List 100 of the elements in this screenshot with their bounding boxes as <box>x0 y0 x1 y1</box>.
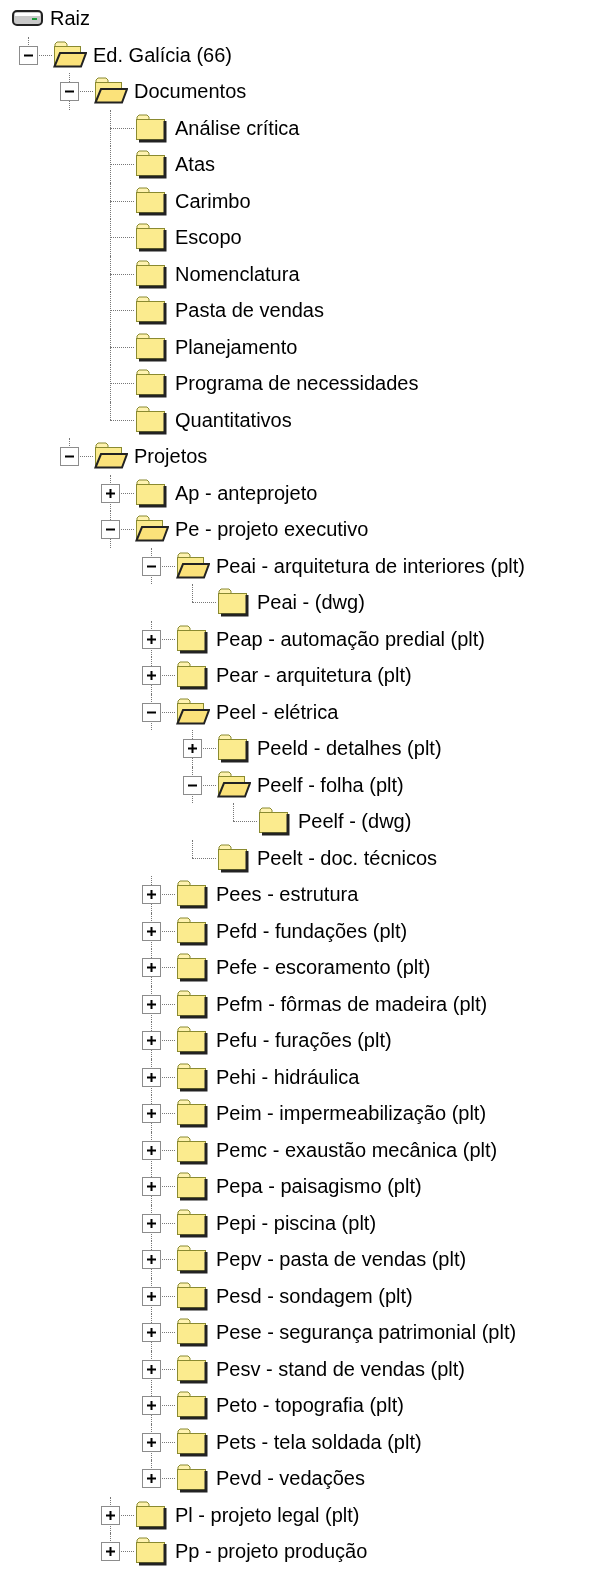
open-folder-icon <box>94 76 128 107</box>
folder-icon <box>176 1098 210 1129</box>
tree-item-label[interactable]: Pepv - pasta de vendas (plt) <box>213 1247 470 1272</box>
tree-item-label[interactable]: Pe - projeto executivo <box>172 517 372 542</box>
folder-icon <box>176 915 210 946</box>
folder-icon <box>176 1390 210 1421</box>
folder-icon <box>176 1061 210 1092</box>
expand-icon[interactable] <box>142 1286 161 1306</box>
tree-item-label[interactable]: Pefd - fundações (plt) <box>213 918 411 943</box>
tree-item-label[interactable]: Pemc - exaustão mecânica (plt) <box>213 1137 501 1162</box>
tree-item-label[interactable]: Pese - segurança patrimonial (plt) <box>213 1320 520 1345</box>
expand-icon[interactable] <box>142 885 161 904</box>
open-folder-icon <box>53 39 87 70</box>
open-folder-icon <box>94 441 128 472</box>
folder-icon <box>135 477 169 508</box>
expand-icon[interactable] <box>142 1140 161 1160</box>
tree-item-label[interactable]: Pets - tela soldada (plt) <box>213 1429 425 1454</box>
tree-item-label[interactable]: Peelt - doc. técnicos <box>254 845 441 870</box>
tree-item-label[interactable]: Carimbo <box>172 188 254 213</box>
folder-icon <box>176 952 210 983</box>
expand-icon[interactable] <box>101 1505 120 1525</box>
tree-item-label[interactable]: Programa de necessidades <box>172 371 422 396</box>
expand-icon[interactable] <box>142 1067 161 1087</box>
tree-item-label[interactable]: Peel - elétrica <box>213 699 342 724</box>
tree-item-label[interactable]: Peeld - detalhes (plt) <box>254 736 445 761</box>
expand-icon[interactable] <box>142 1432 161 1452</box>
folder-icon <box>135 404 169 435</box>
expand-icon[interactable] <box>142 666 161 685</box>
open-folder-icon <box>217 769 251 800</box>
folder-icon <box>176 1134 210 1165</box>
folder-icon <box>135 149 169 180</box>
expand-icon[interactable] <box>142 629 161 649</box>
collapse-icon[interactable] <box>142 702 161 722</box>
expand-icon[interactable] <box>142 1031 161 1050</box>
tree-item-label[interactable]: Pees - estrutura <box>213 882 362 907</box>
tree-item-label[interactable]: Escopo <box>172 225 245 250</box>
tree-item-label[interactable]: Análise crítica <box>172 115 303 140</box>
folder-icon <box>135 295 169 326</box>
folder-icon <box>217 842 251 873</box>
tree-item-label[interactable]: Planejamento <box>172 334 301 359</box>
tree-item-label[interactable]: Pl - projeto legal (plt) <box>172 1502 363 1527</box>
tree-item-label[interactable]: Nomenclatura <box>172 261 303 286</box>
tree-item-label[interactable]: Quantitativos <box>172 407 295 432</box>
expand-icon[interactable] <box>142 958 161 977</box>
tree-item-label[interactable]: Peim - impermeabilização (plt) <box>213 1101 490 1126</box>
tree-item-label[interactable]: Pefe - escoramento (plt) <box>213 955 434 980</box>
tree-item-label[interactable]: Pepa - paisagismo (plt) <box>213 1174 425 1199</box>
expand-icon[interactable] <box>183 739 202 758</box>
tree-item-label[interactable]: Pehi - hidráulica <box>213 1064 363 1089</box>
expand-icon[interactable] <box>142 1396 161 1415</box>
folder-icon <box>176 1025 210 1056</box>
collapse-icon[interactable] <box>183 775 202 795</box>
tree-item-label[interactable]: Pear - arquitetura (plt) <box>213 663 415 688</box>
expand-icon[interactable] <box>142 1323 161 1342</box>
tree-item-label[interactable]: Atas <box>172 152 219 177</box>
folder-icon <box>135 368 169 399</box>
tree-item-label[interactable]: Pasta de vendas <box>172 298 327 323</box>
tree-item-label[interactable]: Peap - automação predial (plt) <box>213 626 489 651</box>
folder-icon <box>176 623 210 654</box>
expand-icon[interactable] <box>142 1250 161 1269</box>
expand-icon[interactable] <box>101 483 120 503</box>
folder-icon <box>258 806 292 837</box>
tree-item-label[interactable]: Pesv - stand de vendas (plt) <box>213 1356 468 1381</box>
tree-item-label[interactable]: Pp - projeto produção <box>172 1539 371 1564</box>
tree-item-label[interactable]: Ap - anteprojeto <box>172 480 321 505</box>
expand-icon[interactable] <box>142 1177 161 1196</box>
collapse-icon[interactable] <box>101 520 120 539</box>
collapse-icon[interactable] <box>142 556 161 576</box>
folder-icon <box>176 1244 210 1275</box>
tree-item-label[interactable]: Pevd - vedações <box>213 1466 368 1491</box>
tree-item-label[interactable]: Peelf - (dwg) <box>295 809 415 834</box>
folder-icon <box>176 1280 210 1311</box>
expand-icon[interactable] <box>101 1542 120 1561</box>
expand-icon[interactable] <box>142 994 161 1014</box>
collapse-icon[interactable] <box>60 82 79 101</box>
folder-icon <box>135 331 169 362</box>
tree-item-label[interactable]: Documentos <box>131 79 250 104</box>
expand-icon[interactable] <box>142 1104 161 1123</box>
tree-item-label[interactable]: Pepi - piscina (plt) <box>213 1210 380 1235</box>
folder-icon <box>176 1426 210 1457</box>
expand-icon[interactable] <box>142 921 161 941</box>
tree-item-label[interactable]: Projetos <box>131 444 211 469</box>
folder-icon <box>135 222 169 253</box>
tree-item-label[interactable]: Pefu - furações (plt) <box>213 1028 395 1053</box>
expand-icon[interactable] <box>142 1213 161 1233</box>
expand-icon[interactable] <box>142 1359 161 1379</box>
tree-item-label[interactable]: Pesd - sondagem (plt) <box>213 1283 416 1308</box>
tree-item-label[interactable]: Pefm - fôrmas de madeira (plt) <box>213 991 491 1016</box>
tree-item-label[interactable]: Peelf - folha (plt) <box>254 772 407 797</box>
collapse-icon[interactable] <box>19 45 38 65</box>
folder-icon <box>135 1499 169 1530</box>
folder-icon <box>217 587 251 618</box>
tree-item-label[interactable]: Peai - arquitetura de interiores (plt) <box>213 553 529 578</box>
tree-item-label[interactable]: Raiz <box>47 6 93 31</box>
tree-item-label[interactable]: Ed. Galícia (66) <box>90 42 235 67</box>
folder-icon <box>176 1171 210 1202</box>
tree-item-label[interactable]: Peto - topografia (plt) <box>213 1393 407 1418</box>
collapse-icon[interactable] <box>60 447 79 466</box>
tree-item-label[interactable]: Peai - (dwg) <box>254 590 368 615</box>
expand-icon[interactable] <box>142 1469 161 1488</box>
